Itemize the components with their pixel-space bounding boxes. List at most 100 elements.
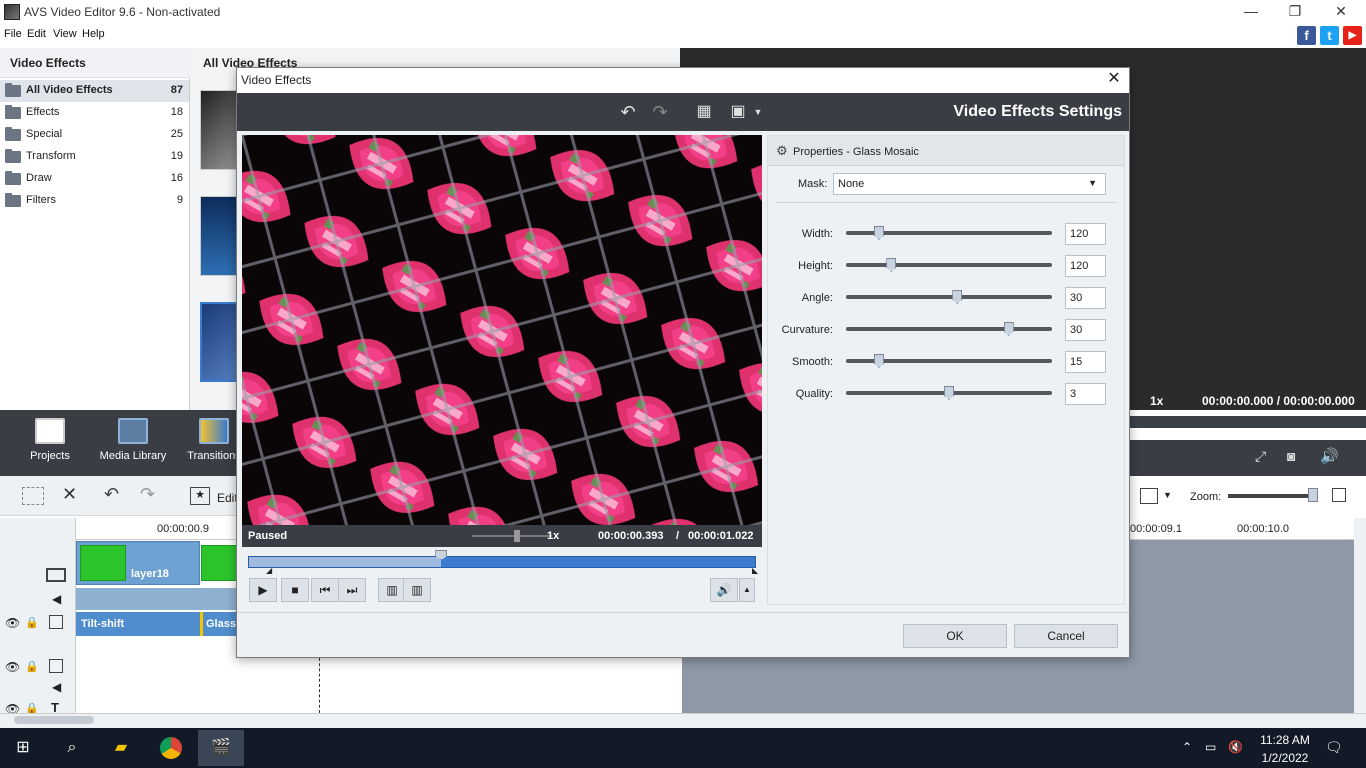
slider-value-field[interactable]: 3 xyxy=(1065,383,1106,405)
lock-icon[interactable]: 🔒 xyxy=(25,616,39,629)
lock-icon[interactable]: 🔒 xyxy=(25,660,39,673)
monitor-dropdown-icon[interactable]: ▼ xyxy=(1163,490,1172,500)
category-label: All Video Effects xyxy=(26,84,113,96)
audio-track-icon[interactable]: ◀ xyxy=(52,680,61,694)
monitor-icon[interactable] xyxy=(1140,488,1158,504)
category-count: 87 xyxy=(170,84,183,96)
slider-track[interactable] xyxy=(846,295,1052,299)
mark-out-button[interactable]: ▥ xyxy=(403,578,431,602)
minimize-button[interactable]: — xyxy=(1228,0,1274,24)
slider-value-field[interactable]: 15 xyxy=(1065,351,1106,373)
menu-help[interactable]: Help xyxy=(82,28,105,40)
overlay-track-icon xyxy=(49,659,63,673)
speed-slider-knob[interactable] xyxy=(514,530,520,542)
volume-icon[interactable]: 🔊 xyxy=(1320,447,1339,465)
monitor-icon[interactable]: ▣ xyxy=(727,101,749,123)
redo-icon[interactable]: ↷ xyxy=(649,101,671,123)
edit-effect-icon[interactable]: ★ xyxy=(190,487,210,505)
start-menu-icon[interactable]: ⊞ xyxy=(0,730,46,766)
search-icon[interactable]: ⌕ xyxy=(49,730,95,766)
category-all-video-effects[interactable]: All Video Effects 87 xyxy=(0,80,189,102)
clock-date[interactable]: 1/2/2022 xyxy=(1256,751,1314,765)
grid-icon[interactable]: ▦ xyxy=(693,101,715,123)
category-special[interactable]: Special 25 xyxy=(0,124,189,146)
category-effects[interactable]: Effects 18 xyxy=(0,102,189,124)
avs-editor-taskbar-icon[interactable]: 🎬 xyxy=(198,730,244,766)
visibility-eye-icon[interactable]: 👁 xyxy=(5,660,20,674)
file-explorer-icon[interactable]: ▰ xyxy=(98,730,144,766)
speed-slider[interactable] xyxy=(472,535,552,537)
close-window-button[interactable]: ✕ xyxy=(1318,0,1364,24)
end-marker-icon[interactable]: ◣ xyxy=(752,566,758,575)
category-transform[interactable]: Transform 19 xyxy=(0,146,189,168)
start-marker-icon[interactable]: ◢ xyxy=(266,566,272,575)
preview-seekbar[interactable] xyxy=(1130,416,1366,428)
stop-button[interactable]: ■ xyxy=(281,578,309,602)
play-button[interactable]: ▶ xyxy=(249,578,277,602)
timeline-horizontal-scrollbar[interactable] xyxy=(0,713,1366,728)
visibility-eye-icon[interactable]: 👁 xyxy=(5,616,20,630)
clock-time[interactable]: 11:28 AM xyxy=(1256,733,1314,747)
seek-bar[interactable] xyxy=(248,556,756,568)
effect-clip-label: Tilt-shift xyxy=(81,618,125,630)
storyboard-icon[interactable] xyxy=(22,487,44,505)
volume-dropdown-icon[interactable]: ▲ xyxy=(739,578,755,602)
dialog-close-button[interactable]: ✕ xyxy=(1104,69,1124,89)
effect-clip-glass[interactable]: Glass xyxy=(200,612,240,636)
edit-button-label[interactable]: Edit xyxy=(217,491,238,505)
speaker-muted-icon[interactable]: 🔇 xyxy=(1228,740,1243,754)
category-draw[interactable]: Draw 16 xyxy=(0,168,189,190)
zoom-slider-knob[interactable] xyxy=(1308,488,1318,502)
cancel-button[interactable]: Cancel xyxy=(1014,624,1118,648)
maximize-button[interactable]: ❐ xyxy=(1272,0,1318,24)
twitter-icon[interactable]: t xyxy=(1320,26,1339,45)
media-library-button[interactable]: Media Library xyxy=(93,418,173,462)
network-icon[interactable]: ▭ xyxy=(1205,740,1216,754)
undo-icon[interactable]: ↶ xyxy=(617,101,639,123)
delete-icon[interactable]: ✕ xyxy=(62,484,77,505)
previous-frame-button[interactable]: ⏮ xyxy=(311,578,339,602)
audio-track-icon[interactable]: ◀ xyxy=(52,592,61,606)
current-time: 00:00:00.393 xyxy=(598,530,664,542)
slider-value-field[interactable]: 120 xyxy=(1065,223,1106,245)
clip-thumbnail[interactable] xyxy=(201,545,241,581)
mark-in-button[interactable]: ▥ xyxy=(378,578,406,602)
effect-clip-tilt-shift[interactable]: Tilt-shift xyxy=(76,612,200,636)
menu-file[interactable]: File xyxy=(4,28,22,40)
zoom-label: Zoom: xyxy=(1190,491,1222,503)
notifications-icon[interactable]: 🗨 xyxy=(1325,739,1343,756)
volume-button[interactable]: 🔊 xyxy=(710,578,738,602)
fit-zoom-icon[interactable] xyxy=(1332,488,1346,502)
redo-icon[interactable]: ↷ xyxy=(140,484,155,505)
projects-button[interactable]: Projects xyxy=(10,418,90,462)
slider-track[interactable] xyxy=(846,263,1052,267)
menu-view[interactable]: View xyxy=(53,28,77,40)
slider-value-field[interactable]: 30 xyxy=(1065,319,1106,341)
slider-label: Curvature: xyxy=(781,324,833,336)
slider-value-field[interactable]: 30 xyxy=(1065,287,1106,309)
zoom-slider[interactable] xyxy=(1228,494,1318,498)
scrollbar-thumb[interactable] xyxy=(14,716,94,724)
undo-icon[interactable]: ↶ xyxy=(104,484,119,505)
category-filters[interactable]: Filters 9 xyxy=(0,190,189,212)
slider-track[interactable] xyxy=(846,327,1052,331)
monitor-dropdown-icon[interactable]: ▼ xyxy=(752,101,764,123)
category-count: 18 xyxy=(170,106,183,118)
next-frame-button[interactable]: ⏭ xyxy=(338,578,366,602)
timeline-vertical-scrollbar[interactable] xyxy=(1354,518,1366,713)
mask-dropdown[interactable]: None ▼ xyxy=(833,173,1106,195)
tray-chevron-icon[interactable]: ⌃ xyxy=(1182,740,1192,754)
chrome-icon[interactable] xyxy=(148,730,194,766)
facebook-icon[interactable]: f xyxy=(1297,26,1316,45)
fullscreen-icon[interactable]: ⤢ xyxy=(1255,448,1266,465)
ok-button[interactable]: OK xyxy=(903,624,1007,648)
youtube-icon[interactable]: ▶ xyxy=(1343,26,1362,45)
menu-bar xyxy=(0,24,1366,46)
menu-edit[interactable]: Edit xyxy=(27,28,46,40)
film-icon xyxy=(118,418,148,444)
snapshot-icon[interactable]: ◙ xyxy=(1287,448,1295,464)
playback-status: Paused xyxy=(248,530,288,542)
category-panel-title: Video Effects xyxy=(10,56,86,70)
projects-label: Projects xyxy=(30,450,70,462)
slider-value-field[interactable]: 120 xyxy=(1065,255,1106,277)
